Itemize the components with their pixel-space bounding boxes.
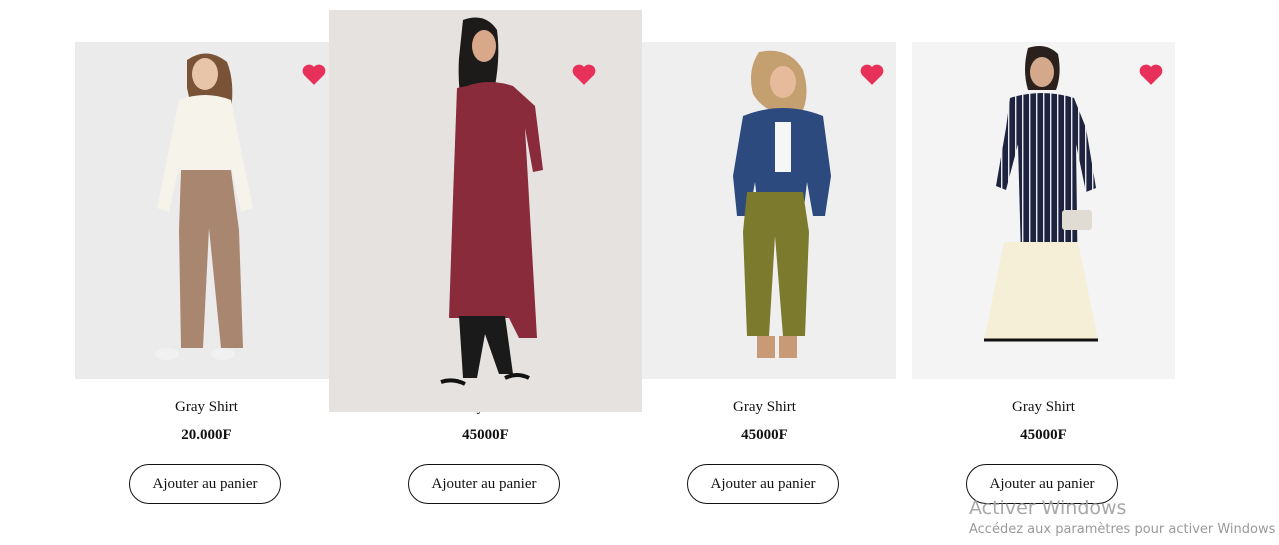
- product-name: Gray Shirt: [733, 399, 796, 415]
- product-card[interactable]: Gray Shirt 45000F Ajouter au panier: [633, 42, 896, 512]
- add-to-cart-button[interactable]: Ajouter au panier: [966, 464, 1118, 504]
- heart-icon[interactable]: [301, 62, 327, 86]
- product-name: Gray Shirt: [1012, 399, 1075, 415]
- product-price: 45000F: [1020, 427, 1067, 443]
- product-photo[interactable]: [912, 42, 1175, 379]
- product-photo[interactable]: [75, 42, 338, 379]
- product-card[interactable]: Gray Shirt 45000F Ajouter au panier: [912, 42, 1175, 512]
- product-photo[interactable]: [329, 10, 642, 412]
- product-price: 20.000F: [181, 427, 232, 443]
- product-card[interactable]: Gray Shirt 20.000F Ajouter au panier: [75, 42, 338, 512]
- heart-icon[interactable]: [859, 62, 885, 86]
- heart-icon[interactable]: [571, 62, 597, 86]
- add-to-cart-button[interactable]: Ajouter au panier: [129, 464, 281, 504]
- product-photo[interactable]: [633, 42, 896, 379]
- add-to-cart-button[interactable]: Ajouter au panier: [687, 464, 839, 504]
- heart-icon[interactable]: [1138, 62, 1164, 86]
- product-price: 45000F: [741, 427, 788, 443]
- product-name: Gray Shirt: [175, 399, 238, 415]
- product-price: 45000F: [462, 427, 509, 443]
- add-to-cart-button[interactable]: Ajouter au panier: [408, 464, 560, 504]
- watermark-subtitle: Accédez aux paramètres pour activer Wind…: [969, 522, 1276, 537]
